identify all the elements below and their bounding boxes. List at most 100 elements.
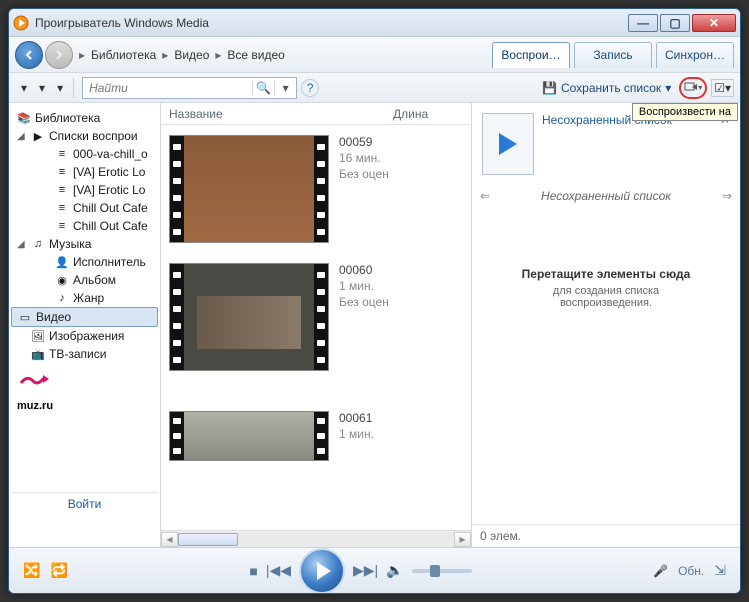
- shuffle-button[interactable]: 🔀: [23, 562, 40, 579]
- prev-list-button[interactable]: ⇐: [480, 189, 490, 203]
- col-length[interactable]: Длина: [393, 107, 463, 121]
- scroll-thumb[interactable]: [178, 533, 238, 546]
- collapse-icon[interactable]: ◢: [17, 131, 27, 142]
- col-name[interactable]: Название: [169, 107, 393, 121]
- chevron-down-icon: ▾: [665, 81, 671, 95]
- play-button[interactable]: [299, 548, 345, 594]
- organize-menu[interactable]: ▾: [15, 78, 33, 98]
- create-playlist-menu[interactable]: ▾: [51, 78, 69, 98]
- tree-artist[interactable]: 👤Исполнитель: [11, 253, 158, 271]
- search-dropdown[interactable]: ▾: [274, 81, 296, 95]
- search-icon[interactable]: 🔍: [252, 81, 274, 95]
- stream-menu[interactable]: ▾: [33, 78, 51, 98]
- switch-view-button[interactable]: ⇲: [714, 562, 726, 579]
- next-button[interactable]: ▶▶|: [353, 562, 378, 579]
- tree-playlists[interactable]: ◢▶Списки воспрои: [11, 127, 158, 145]
- label: Альбом: [73, 273, 116, 287]
- tree-playlist-item[interactable]: ≡ Chill Out Cafe: [11, 217, 158, 235]
- muzru-logo[interactable]: muz.ru: [17, 373, 152, 412]
- drop-sub: для создания списка: [553, 285, 659, 297]
- tree-library[interactable]: 📚Библиотека: [11, 109, 158, 127]
- maximize-button[interactable]: ▢: [660, 14, 690, 32]
- help-button[interactable]: ?: [301, 79, 319, 97]
- drop-title: Перетащите элементы сюда: [522, 267, 691, 281]
- save-list-button[interactable]: 💾 Сохранить список ▾: [538, 79, 675, 97]
- nav-buttons: [15, 41, 73, 69]
- window-buttons: — ▢ ✕: [628, 14, 736, 32]
- label: Chill Out Cafe: [73, 219, 148, 233]
- tree-album[interactable]: ◉Альбом: [11, 271, 158, 289]
- tree-playlist-item[interactable]: ≡000-va-chill_o: [11, 145, 158, 163]
- next-list-button[interactable]: ⇒: [722, 189, 732, 203]
- chevron-right-icon: ▸: [79, 48, 85, 62]
- breadcrumb-library[interactable]: Библиотека: [91, 48, 156, 62]
- nav-tree: 📚Библиотека ◢▶Списки воспрои ≡000-va-chi…: [9, 103, 161, 547]
- search-input[interactable]: [83, 81, 252, 95]
- playlist-doc-icon: [482, 113, 534, 175]
- music-icon: ♫: [31, 237, 45, 251]
- options-button[interactable]: ☑▾: [711, 79, 734, 97]
- tree-music[interactable]: ◢♫Музыка: [11, 235, 158, 253]
- volume-knob[interactable]: [430, 565, 440, 577]
- scroll-right-button[interactable]: ▸: [454, 532, 471, 547]
- collapse-icon[interactable]: ◢: [17, 239, 27, 250]
- chevron-right-icon: ▸: [162, 48, 168, 62]
- drop-zone[interactable]: Перетащите элементы сюда для создания сп…: [472, 207, 740, 524]
- tree-images[interactable]: 🖼Изображения: [11, 327, 158, 345]
- video-item[interactable]: 00059 16 мин. Без оцен: [169, 125, 463, 253]
- tab-play[interactable]: Воспрои…: [492, 42, 570, 68]
- video-list: 00059 16 мин. Без оцен 00060: [161, 125, 471, 530]
- mute-button[interactable]: 🔈: [386, 562, 403, 579]
- breadcrumb-all-video[interactable]: Все видео: [227, 48, 284, 62]
- play-to-button[interactable]: ▾: [679, 77, 707, 99]
- breadcrumb[interactable]: ▸ Библиотека ▸ Видео ▸ Все видео: [79, 48, 285, 62]
- nav-row: ▸ Библиотека ▸ Видео ▸ Все видео Воспрои…: [9, 37, 740, 73]
- video-thumbnail: [169, 263, 329, 371]
- repeat-button[interactable]: 🔁: [50, 562, 67, 579]
- minimize-button[interactable]: —: [628, 14, 658, 32]
- item-count: 0 элем.: [472, 524, 740, 547]
- video-name: 00061: [339, 411, 374, 425]
- volume-slider[interactable]: [412, 569, 472, 573]
- library-icon: 📚: [17, 111, 31, 125]
- prev-button[interactable]: |◀◀: [266, 562, 291, 579]
- player-bar: 🔀 🔁 ■ |◀◀ ▶▶| 🔈 🎤 Обн. ⇲: [9, 547, 740, 593]
- clear-list-button[interactable]: ✕: [720, 113, 730, 175]
- playlist-icon: ≡: [55, 183, 69, 197]
- video-item[interactable]: 00060 1 мин. Без оцен: [169, 253, 463, 381]
- film-sprocket: [170, 412, 184, 460]
- breadcrumb-video[interactable]: Видео: [174, 48, 209, 62]
- body: 📚Библиотека ◢▶Списки воспрои ≡000-va-chi…: [9, 103, 740, 547]
- scroll-track[interactable]: [178, 532, 454, 547]
- tab-sync[interactable]: Синхрон…: [656, 42, 734, 68]
- video-meta: 00060 1 мин. Без оцен: [339, 263, 389, 309]
- login-link[interactable]: Войти: [11, 492, 158, 515]
- video-item[interactable]: 00061 1 мин.: [169, 401, 463, 471]
- tree-tv[interactable]: 📺ТВ-записи: [11, 345, 158, 363]
- tree-playlist-item[interactable]: ≡[VA] Erotic Lo: [11, 181, 158, 199]
- tree-video[interactable]: ▭Видео: [11, 307, 158, 327]
- genre-icon: ♪: [55, 291, 69, 305]
- list-navigator: ⇐ Несохраненный список ⇒: [472, 185, 740, 207]
- tree-genre[interactable]: ♪Жанр: [11, 289, 158, 307]
- film-sprocket: [314, 264, 328, 370]
- close-button[interactable]: ✕: [692, 14, 736, 32]
- video-name: 00060: [339, 263, 389, 277]
- player-right: 🎤 Обн. ⇲: [653, 562, 726, 579]
- refresh-label[interactable]: Обн.: [678, 564, 704, 578]
- save-icon: 💾: [542, 81, 557, 95]
- playlist-icon: ≡: [55, 219, 69, 233]
- back-button[interactable]: [15, 41, 43, 69]
- horizontal-scrollbar[interactable]: ◂ ▸: [161, 530, 471, 547]
- playlist-icon: ▶: [31, 129, 45, 143]
- video-meta: 00061 1 мин.: [339, 411, 374, 441]
- stop-button[interactable]: ■: [249, 563, 257, 579]
- tab-burn[interactable]: Запись: [574, 42, 652, 68]
- mic-icon[interactable]: 🎤: [653, 564, 668, 578]
- forward-button[interactable]: [45, 41, 73, 69]
- tree-playlist-item[interactable]: ≡[VA] Erotic Lo: [11, 163, 158, 181]
- tree-playlist-item[interactable]: ≡Chill Out Cafe: [11, 199, 158, 217]
- film-sprocket: [314, 412, 328, 460]
- scroll-left-button[interactable]: ◂: [161, 532, 178, 547]
- image-icon: 🖼: [31, 329, 45, 343]
